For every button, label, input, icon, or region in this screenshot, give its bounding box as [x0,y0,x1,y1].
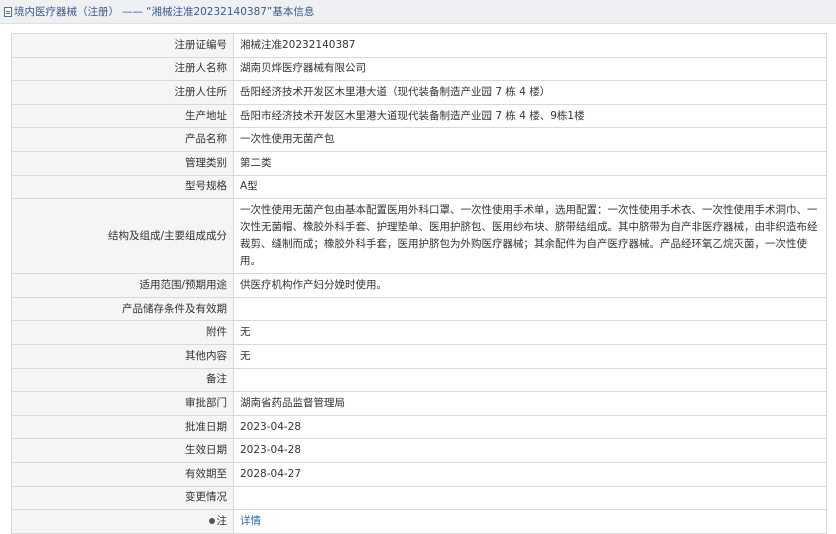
row-value-attachments: 无 [233,320,827,345]
row-label-product-name: 产品名称 [11,127,234,152]
table-row: 有效期至 2028-04-27 [11,461,827,487]
breadcrumb-separator: —— [122,5,143,18]
table-row: 备注 [11,367,827,393]
details-link[interactable]: 详情 [240,515,261,527]
row-value-expiry-date: 2028-04-27 [233,461,827,487]
table-row: 产品名称 一次性使用无菌产包 [11,127,827,152]
row-label-registration-number: 注册证编号 [11,33,234,58]
table-row: 附件 无 [11,320,827,345]
row-value-composition: 一次性使用无菌产包由基本配置医用外科口罩、一次性使用手术单，选用配置：一次性使用… [233,198,827,275]
row-label-other-content: 其他内容 [11,343,234,369]
row-label-effective-date: 生效日期 [11,438,234,463]
table-row: 其他内容 无 [11,343,827,369]
row-label-registrant-address: 注册人住所 [11,80,234,105]
row-value-approval-department: 湖南省药品监督管理局 [233,391,827,416]
row-label-storage-validity: 产品储存条件及有效期 [11,296,234,322]
row-value-other-content: 无 [233,343,827,369]
row-value-management-category: 第二类 [233,150,827,176]
table-row: 注册人住所 岳阳经济技术开发区木里港大道（现代装备制造产业园 7 栋 4 楼） [11,80,827,105]
row-label-composition: 结构及组成/主要组成成分 [11,198,234,275]
row-label-approval-department: 审批部门 [11,391,234,416]
breadcrumb-record: “湘械注准20232140387” [146,6,273,18]
row-label-remarks: 备注 [11,367,234,393]
table-row: 型号规格 A型 [11,174,827,200]
breadcrumb-page: 基本信息 [272,6,315,18]
table-row: 注册证编号 湘械注准20232140387 [11,33,827,58]
row-label-management-category: 管理类别 [11,150,234,176]
row-label-production-address: 生产地址 [11,103,234,129]
row-label-change-history: 变更情况 [11,485,234,511]
row-value-change-history [233,485,827,511]
row-value-model-spec: A型 [233,174,827,200]
table-row: 生产地址 岳阳市经济技术开发区木里港大道现代装备制造产业园 7 栋 4 楼、9栋… [11,103,827,129]
table-row: 变更情况 [11,485,827,511]
table-row: 适用范围/预期用途 供医疗机构作产妇分娩时使用。 [11,273,827,298]
table-row: 批准日期 2023-04-28 [11,414,827,440]
bullet-icon [208,517,215,524]
table-row: 管理类别 第二类 [11,150,827,176]
row-value-effective-date: 2023-04-28 [233,438,827,463]
breadcrumb: 境内医疗器械（注册） —— “湘械注准20232140387” 基本信息 [0,0,836,24]
note-label: 注 [216,514,228,527]
table-row: 结构及组成/主要组成成分 一次性使用无菌产包由基本配置医用外科口罩、一次性使用手… [11,198,827,275]
row-label-intended-use: 适用范围/预期用途 [11,273,234,298]
row-value-production-address: 岳阳市经济技术开发区木里港大道现代装备制造产业园 7 栋 4 楼、9栋1楼 [233,103,827,129]
row-value-remarks [233,367,827,393]
document-icon [4,6,12,17]
row-value-storage-validity [233,296,827,322]
table-row: 产品储存条件及有效期 [11,296,827,322]
row-value-approval-date: 2023-04-28 [233,414,827,440]
row-label-attachments: 附件 [11,320,234,345]
row-value-registrant-name: 湖南贝烨医疗器械有限公司 [233,56,827,82]
row-label-registrant-name: 注册人名称 [11,56,234,82]
breadcrumb-section[interactable]: 境内医疗器械（注册） [14,4,119,19]
row-value-product-name: 一次性使用无菌产包 [233,127,827,152]
table-row: 注册人名称 湖南贝烨医疗器械有限公司 [11,56,827,82]
detail-table: 注册证编号 湘械注准20232140387 注册人名称 湖南贝烨医疗器械有限公司… [11,33,827,534]
table-row: 生效日期 2023-04-28 [11,438,827,463]
row-label-expiry-date: 有效期至 [11,461,234,487]
row-value-registration-number: 湘械注准20232140387 [233,33,827,58]
row-label-approval-date: 批准日期 [11,414,234,440]
row-value-intended-use: 供医疗机构作产妇分娩时使用。 [233,273,827,298]
table-row: 审批部门 湖南省药品监督管理局 [11,391,827,416]
row-label-model-spec: 型号规格 [11,174,234,200]
detail-table-container: 注册证编号 湘械注准20232140387 注册人名称 湖南贝烨医疗器械有限公司… [11,33,827,534]
row-value-registrant-address: 岳阳经济技术开发区木里港大道（现代装备制造产业园 7 栋 4 楼） [233,80,827,105]
